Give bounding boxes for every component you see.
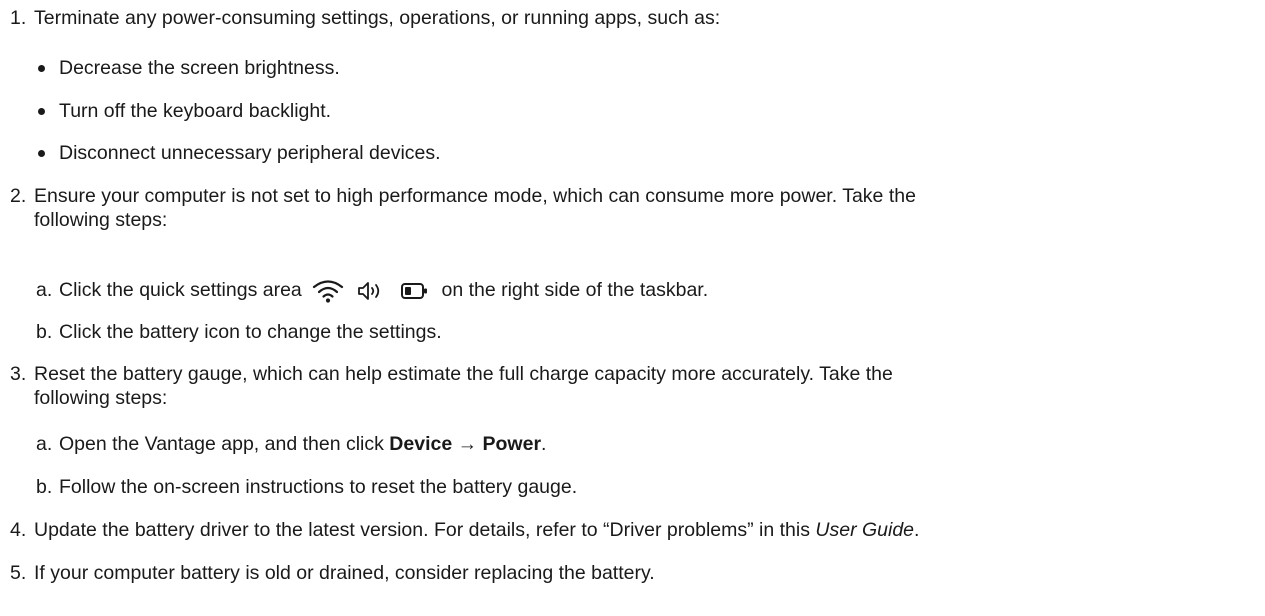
step-number: 3. xyxy=(10,363,27,385)
substep-letter: b. xyxy=(36,476,53,498)
bullet-text: Turn off the keyboard backlight. xyxy=(59,100,332,122)
bullet-text: Disconnect unnecessary peripheral device… xyxy=(59,142,441,164)
substep-text: Click the quick settings area on the rig… xyxy=(59,278,708,304)
step-number: 1. xyxy=(10,7,27,29)
substep-text-after: on the right side of the taskbar. xyxy=(441,279,709,302)
wifi-icon xyxy=(313,280,344,303)
quick-settings-icons xyxy=(311,278,432,304)
step-text: Reset the battery gauge, which can help … xyxy=(34,363,893,385)
step-number: 5. xyxy=(10,562,27,584)
substep-text-before: Click the quick settings area xyxy=(59,279,302,302)
bullet-text: Decrease the screen brightness. xyxy=(59,57,340,79)
document-page: 1. Terminate any power-consuming setting… xyxy=(0,0,1265,616)
step-text: Update the battery driver to the latest … xyxy=(34,518,919,543)
substep-letter: b. xyxy=(36,321,53,343)
battery-icon xyxy=(401,283,428,299)
step-text: following steps: xyxy=(34,209,168,231)
bullet-icon xyxy=(38,150,45,157)
step-text: Ensure your computer is not set to high … xyxy=(34,185,916,207)
substep-text-after: . xyxy=(541,433,547,455)
step-number: 4. xyxy=(10,519,27,541)
step-text: If your computer battery is old or drain… xyxy=(34,562,655,584)
step-text-after: . xyxy=(914,519,920,541)
bullet-icon xyxy=(38,108,45,115)
bullet-icon xyxy=(38,65,45,72)
guide-title: User Guide xyxy=(815,519,915,541)
substep-text: Open the Vantage app, and then click Dev… xyxy=(59,432,546,457)
step-text-before: Update the battery driver to the latest … xyxy=(34,519,816,541)
substep-letter: a. xyxy=(36,279,53,301)
step-text: following steps: xyxy=(34,387,168,409)
substep-text-before: Open the Vantage app, and then click xyxy=(59,433,390,455)
substep-text: Follow the on-screen instructions to res… xyxy=(59,476,578,498)
speaker-icon xyxy=(357,282,379,300)
substep-text: Click the battery icon to change the set… xyxy=(59,321,442,343)
substep-letter: a. xyxy=(36,433,53,455)
step-number: 2. xyxy=(10,185,27,207)
step-text: Terminate any power-consuming settings, … xyxy=(34,7,721,29)
menu-path: Device → Power xyxy=(389,433,542,455)
